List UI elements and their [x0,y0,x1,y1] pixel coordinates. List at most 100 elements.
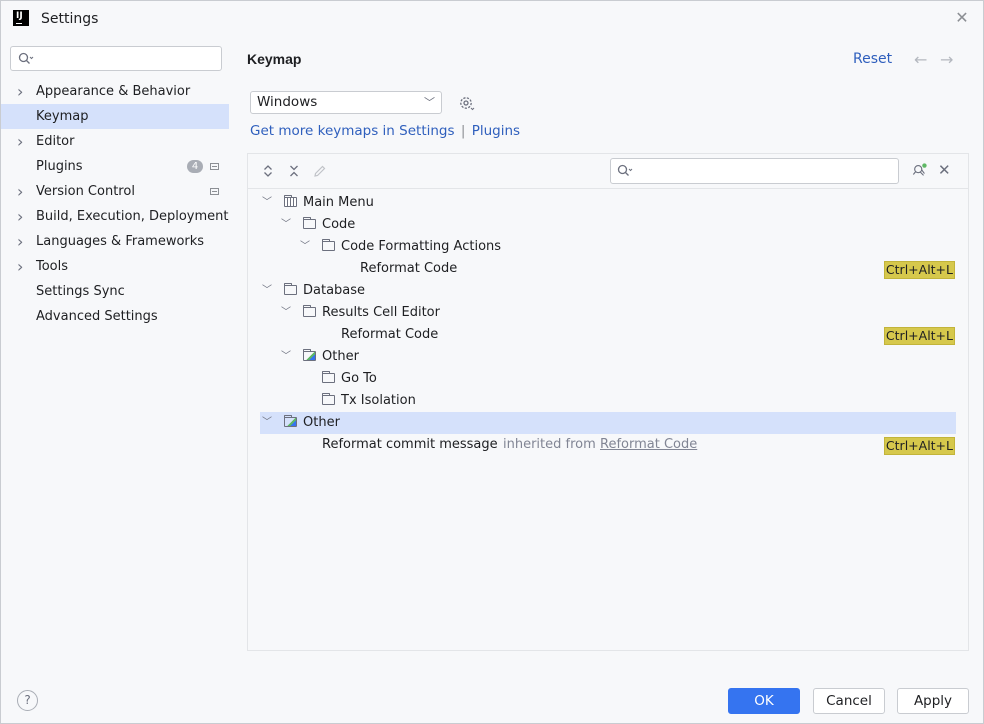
tree-item-label: Code Formatting Actions [341,239,502,254]
forward-arrow-icon[interactable]: → [940,50,953,69]
back-arrow-icon[interactable]: ← [914,50,927,69]
other-folder-icon [303,349,316,361]
folder-icon [322,371,335,383]
sidebar-item-label: Version Control [36,184,135,199]
group-row[interactable]: ﹀ Other [260,412,956,434]
inherited-from-link[interactable]: Reformat Code [600,434,697,456]
chevron-down-icon[interactable]: ﹀ [300,236,310,258]
plugins-link[interactable]: Plugins [472,123,520,139]
gear-icon[interactable] [458,95,476,113]
keymap-page: Keymap Reset ← → Windows ﹀ Get more keym… [247,37,969,677]
action-row[interactable]: Reformat Code Ctrl+Alt+L [248,258,968,280]
sidebar-item-settings-sync[interactable]: Settings Sync [1,279,239,304]
chevron-right-icon[interactable]: › [17,79,23,104]
other-folder-icon [284,415,297,427]
sidebar-item-plugins[interactable]: Plugins 4 [1,154,239,179]
tree-item-label: Go To [341,371,377,386]
chevron-down-icon: ﹀ [424,96,435,109]
intellij-app-icon: IJ [13,10,29,26]
group-row[interactable]: ﹀ Database [248,280,968,302]
sidebar-item-label: Tools [36,259,69,274]
search-icon [617,164,633,176]
settings-sidebar: › Appearance & Behavior Keymap › Editor Plugi… [1,37,239,677]
keymap-actions-panel: ✕ ﹀ Main Menu ﹀ Code ﹀ Code Formatting Action… [247,153,969,651]
sidebar-item-label: Build, Execution, Deployment [36,209,229,224]
keymap-select[interactable]: Windows ﹀ [250,91,442,114]
folder-icon [284,283,297,295]
search-icon [18,52,34,64]
window-title: Settings [41,11,99,27]
chevron-down-icon[interactable]: ﹀ [281,346,291,368]
action-row[interactable]: Reformat Code Ctrl+Alt+L [248,324,968,346]
chevron-down-icon[interactable]: ﹀ [281,302,291,324]
sidebar-item-version-control[interactable]: › Version Control [1,179,239,204]
inherited-note: inherited from [503,437,596,452]
sidebar-item-keymap[interactable]: Keymap [1,104,229,129]
sidebar-item-build-execution-deployment[interactable]: › Build, Execution, Deployment [1,204,239,229]
tree-item-label: Other [322,349,359,364]
action-row[interactable]: Reformat commit message inherited from Ref… [248,434,968,456]
plugins-count-badge: 4 [187,160,203,173]
page-title: Keymap [247,51,302,67]
tree-item-label: Reformat Code [341,327,439,342]
chevron-right-icon[interactable]: › [17,129,23,154]
chevron-down-icon[interactable]: ﹀ [262,412,272,434]
help-button[interactable]: ? [17,690,38,711]
group-row[interactable]: Tx Isolation [248,390,968,412]
chevron-right-icon[interactable]: › [17,229,23,254]
tree-item-label: Other [303,415,340,430]
apply-button[interactable]: Apply [897,688,969,714]
sidebar-item-label: Appearance & Behavior [36,84,191,99]
cancel-button[interactable]: Cancel [813,688,885,714]
group-row[interactable]: ﹀ Main Menu [248,192,968,214]
chevron-right-icon[interactable]: › [17,254,23,279]
shortcut-badge: Ctrl+Alt+L [883,327,955,345]
tree-item-label: Tx Isolation [341,393,416,408]
group-row[interactable]: ﹀ Results Cell Editor [248,302,968,324]
close-icon[interactable]: ✕ [955,10,969,26]
folder-icon [303,217,316,229]
find-by-shortcut-icon[interactable] [912,162,928,178]
sidebar-item-label: Advanced Settings [36,309,158,324]
project-level-icon [210,163,219,170]
folder-icon [322,393,335,405]
group-row[interactable]: ﹀ Other [248,346,968,368]
settings-search-input[interactable] [10,46,222,71]
dialog-footer: ? OK Cancel Apply [1,677,983,723]
project-level-icon [210,188,219,195]
sidebar-item-advanced-settings[interactable]: Advanced Settings [1,304,239,329]
group-row[interactable]: ﹀ Code [248,214,968,236]
folder-icon [322,239,335,251]
sidebar-item-appearance-behavior[interactable]: › Appearance & Behavior [1,79,239,104]
sidebar-item-tools[interactable]: › Tools [1,254,239,279]
sidebar-item-label: Languages & Frameworks [36,234,205,249]
sidebar-item-languages-frameworks[interactable]: › Languages & Frameworks [1,229,239,254]
title-bar: IJ Settings ✕ [1,1,983,37]
sidebar-item-label: Editor [36,134,75,149]
get-more-keymaps-link[interactable]: Get more keymaps in Settings [250,123,455,139]
menu-folder-icon [284,195,297,207]
keymap-select-value: Windows [257,94,318,110]
shortcut-badge: Ctrl+Alt+L [883,261,955,279]
reset-link[interactable]: Reset [853,51,892,67]
group-row[interactable]: Go To [248,368,968,390]
chevron-down-icon[interactable]: ﹀ [262,280,272,302]
sidebar-item-label: Settings Sync [36,284,125,299]
more-keymaps-links: Get more keymaps in Settings | Plugins [250,123,520,139]
clear-filter-icon[interactable]: ✕ [938,161,954,179]
chevron-right-icon[interactable]: › [17,179,23,204]
chevron-right-icon[interactable]: › [17,204,23,229]
keymap-filter-input[interactable] [610,158,899,184]
link-separator: | [460,123,466,139]
group-row[interactable]: ﹀ Code Formatting Actions [248,236,968,258]
sidebar-item-editor[interactable]: › Editor [1,129,239,154]
keymap-action-tree: ﹀ Main Menu ﹀ Code ﹀ Code Formatting Actions R… [248,192,968,456]
shortcut-badge: Ctrl+Alt+L [883,437,955,455]
ok-button[interactable]: OK [728,688,800,714]
tree-item-label: Results Cell Editor [322,305,440,320]
chevron-down-icon[interactable]: ﹀ [281,214,291,236]
collapse-all-icon[interactable] [286,163,302,179]
expand-all-icon[interactable] [260,163,276,179]
chevron-down-icon[interactable]: ﹀ [262,192,272,214]
edit-pencil-icon[interactable] [312,163,328,179]
